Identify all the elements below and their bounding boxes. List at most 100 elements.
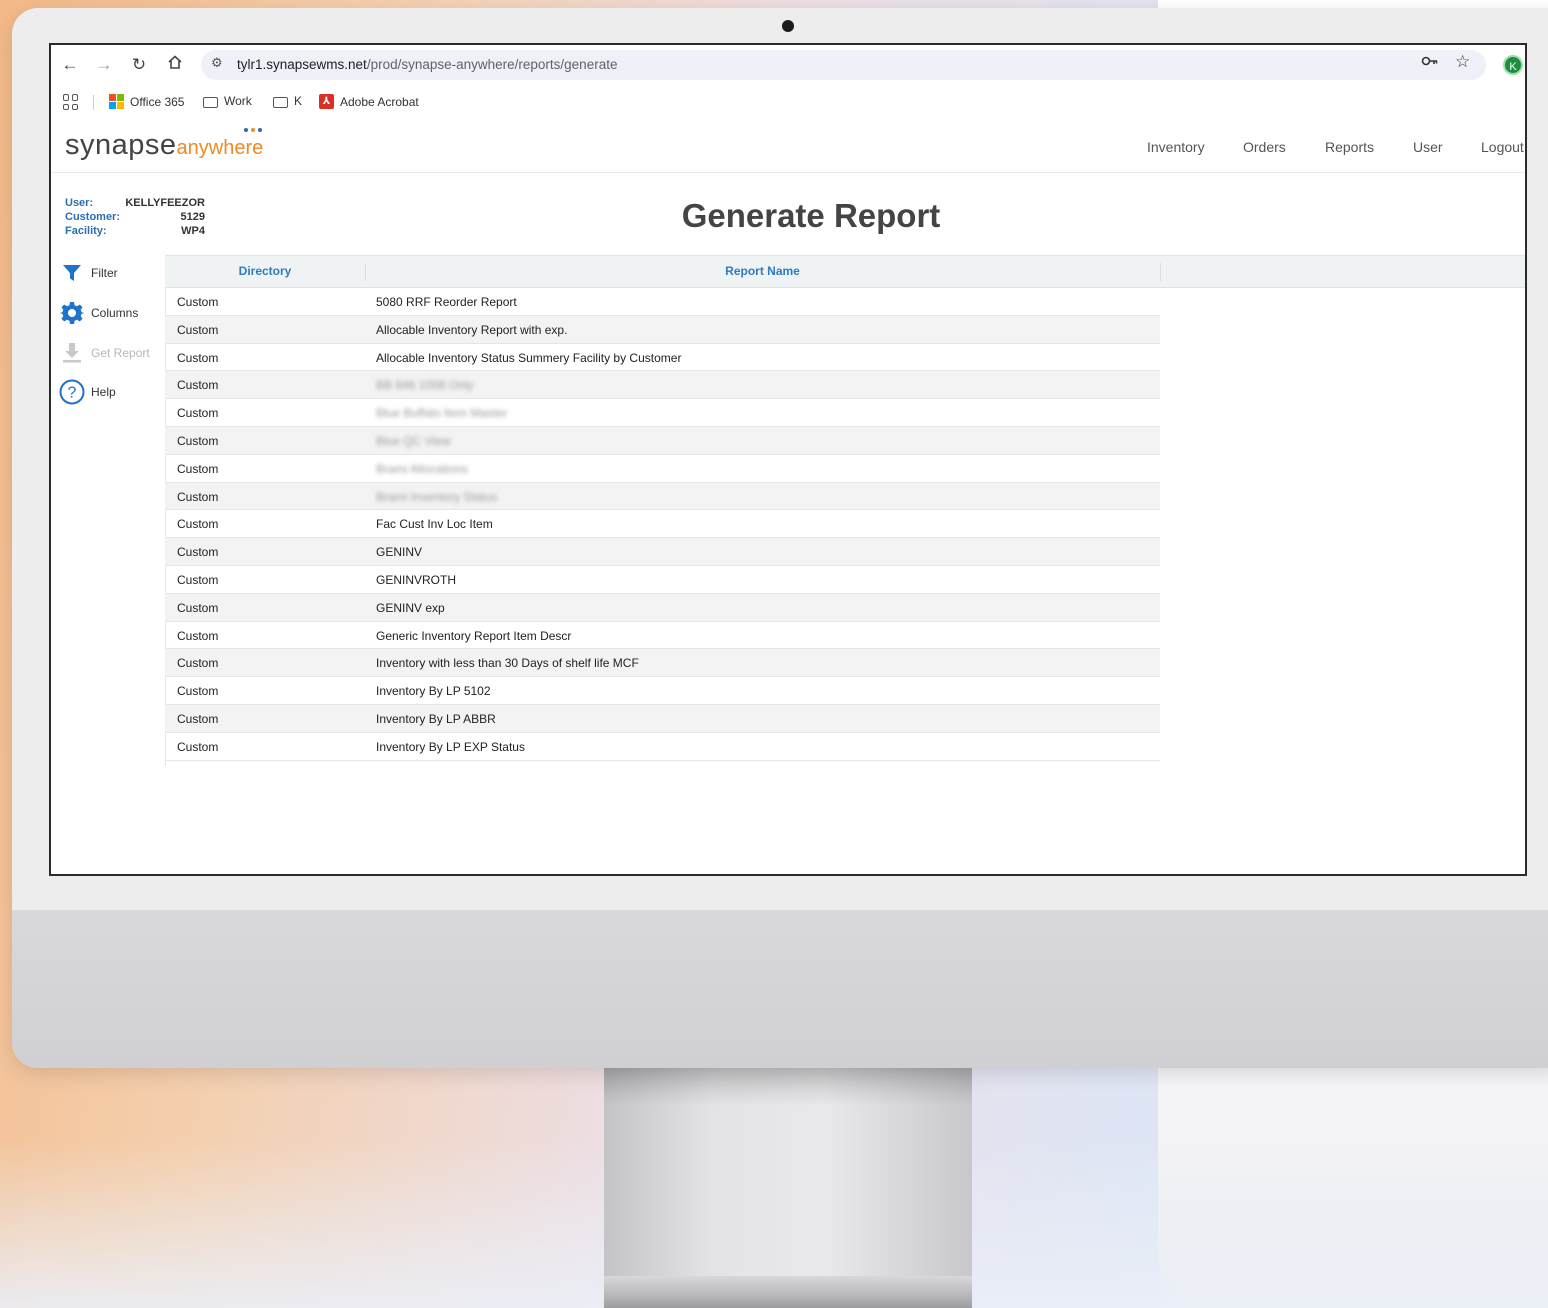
table-row[interactable]: Custom Inventory with less than 30 Days o… — [165, 649, 1160, 678]
site-settings-icon[interactable]: ⚙ — [211, 55, 223, 71]
cell-directory: Custom — [177, 461, 219, 476]
table-row[interactable]: Custom Inventory By LP ABBR — [165, 704, 1160, 733]
table-row[interactable]: Custom Brami Inventory Status — [165, 482, 1160, 511]
nav-user[interactable]: User — [1413, 139, 1443, 155]
bookmark-work[interactable]: Work — [203, 94, 252, 108]
monitor-chin — [12, 910, 1548, 1068]
filter-icon — [59, 260, 85, 286]
cell-report-name: Inventory By LP 5102 — [376, 684, 491, 699]
table-row[interactable]: Custom Inventory By LP EXP Status — [165, 733, 1160, 761]
cell-directory: Custom — [177, 517, 219, 532]
help-icon: ? — [59, 379, 85, 405]
profile-avatar[interactable]: K — [1503, 55, 1523, 75]
nav-orders[interactable]: Orders — [1243, 139, 1286, 155]
table-row[interactable]: Custom Brami Allocations — [165, 455, 1160, 483]
table-row[interactable]: Custom 5080 RRF Reorder Report — [165, 288, 1160, 316]
url-text: tylr1.synapsewms.net/prod/synapse-anywhe… — [237, 57, 617, 72]
get-report-button[interactable]: Get Report — [59, 340, 150, 366]
password-key-icon[interactable] — [1421, 54, 1439, 72]
bookmark-office-365[interactable]: Office 365 — [109, 94, 184, 109]
cell-report-name: Brami Inventory Status — [376, 489, 498, 504]
table-row[interactable]: Custom BB 846 1008 Only — [165, 371, 1160, 400]
gear-icon — [59, 300, 85, 326]
app-header: synapseanywhere Inventory Orders Reports… — [51, 121, 1525, 173]
camera — [782, 20, 794, 32]
report-table: Directory Report Name Custom 5080 RRF Reo… — [165, 255, 1525, 766]
cell-report-name: Brami Allocations — [376, 461, 469, 476]
customer-row: Customer: 5129 — [65, 211, 205, 225]
cell-directory: Custom — [177, 433, 219, 448]
folder-icon — [273, 96, 288, 108]
forward-icon[interactable]: → — [93, 54, 115, 76]
bookmark-adobe-acrobat[interactable]: ⅄ Adobe Acrobat — [319, 94, 419, 109]
cell-report-name: GENINV exp — [376, 600, 445, 615]
table-row[interactable]: Custom Fac Cust Inv Loc Item — [165, 510, 1160, 539]
facility-row: Facility: WP4 — [65, 225, 205, 239]
svg-text:?: ? — [68, 385, 77, 402]
cell-report-name: BB 846 1008 Only — [376, 378, 474, 393]
cell-report-name: 5080 RRF Reorder Report — [376, 295, 517, 309]
address-bar-row: ← → ↻ ⚙ tylr1.synapsewms.net/prod/synaps… — [51, 45, 1525, 85]
url-path: /prod/synapse-anywhere/reports/generate — [366, 57, 618, 72]
bookmark-label: Work — [224, 94, 252, 108]
cell-directory: Custom — [177, 489, 219, 504]
cell-report-name: Allocable Inventory Status Summery Facil… — [376, 350, 682, 365]
table-row[interactable]: Custom Blue Buffalo Item Master — [165, 399, 1160, 427]
monitor-stand — [604, 1066, 972, 1308]
cell-directory: Custom — [177, 600, 219, 615]
stand-foot — [604, 1276, 972, 1308]
tool-label: Help — [91, 385, 116, 399]
cell-directory: Custom — [177, 684, 219, 699]
home-icon[interactable] — [164, 54, 186, 76]
cell-report-name: Blue QC View — [376, 433, 451, 448]
column-header-directory[interactable]: Directory — [165, 256, 365, 287]
cell-report-name: Blue Buffalo Item Master — [376, 406, 508, 421]
table-body: Custom 5080 RRF Reorder Report Custom Alloc… — [165, 288, 1160, 761]
nav-reports[interactable]: Reports — [1325, 139, 1374, 155]
bookmarks-bar: Office 365 Work K ⅄ Adobe Acrobat — [51, 85, 1525, 119]
cell-directory: Custom — [177, 378, 219, 393]
cell-report-name: Allocable Inventory Report with exp. — [376, 322, 568, 337]
bookmark-star-icon[interactable]: ☆ — [1455, 52, 1470, 72]
bookmark-k[interactable]: K — [273, 94, 302, 108]
cell-directory: Custom — [177, 628, 219, 643]
facility-value: WP4 — [181, 225, 205, 237]
nav-logout[interactable]: Logout — [1481, 139, 1524, 155]
cell-directory: Custom — [177, 406, 219, 421]
table-row[interactable]: Custom GENINVROTH — [165, 566, 1160, 594]
cell-directory: Custom — [177, 711, 219, 726]
url-host: tylr1.synapsewms.net — [237, 57, 367, 72]
url-bar[interactable]: ⚙ tylr1.synapsewms.net/prod/synapse-anyw… — [201, 50, 1486, 80]
table-row[interactable]: Custom GENINV — [165, 538, 1160, 566]
columns-button[interactable]: Columns — [59, 300, 138, 326]
cell-directory: Custom — [177, 656, 219, 671]
tool-label: Columns — [91, 306, 139, 320]
reload-icon[interactable]: ↻ — [128, 54, 150, 76]
bookmark-label: Adobe Acrobat — [340, 94, 419, 109]
cell-report-name: GENINVROTH — [376, 572, 457, 587]
cell-directory: Custom — [177, 545, 219, 560]
table-row[interactable]: Custom Allocable Inventory Report with ex… — [165, 315, 1160, 344]
cell-directory: Custom — [177, 322, 219, 337]
cell-directory: Custom — [177, 295, 219, 309]
table-row[interactable]: Custom Allocable Inventory Status Summery… — [165, 344, 1160, 372]
filter-button[interactable]: Filter — [59, 260, 118, 286]
column-header-report-name[interactable]: Report Name — [365, 256, 1160, 287]
logo-sub: anywhere — [176, 137, 264, 159]
cell-report-name: GENINV — [376, 545, 423, 560]
nav-inventory[interactable]: Inventory — [1147, 139, 1205, 155]
table-row[interactable]: Custom Blue QC View — [165, 426, 1160, 455]
synapse-logo[interactable]: synapseanywhere — [65, 129, 263, 162]
user-info-block: User: KELLYFEEZOR Customer: 5129 Facilit… — [65, 197, 205, 239]
table-row[interactable]: Custom Generic Inventory Report Item Desc… — [165, 622, 1160, 650]
folder-icon — [203, 96, 218, 108]
column-separator[interactable] — [1160, 263, 1161, 281]
help-button[interactable]: ? Help — [59, 379, 116, 405]
back-icon[interactable]: ← — [59, 54, 81, 76]
apps-grid-icon[interactable] — [63, 94, 79, 110]
table-row[interactable]: Custom Inventory By LP 5102 — [165, 677, 1160, 705]
table-row[interactable]: Custom GENINV exp — [165, 593, 1160, 622]
cell-report-name: Generic Inventory Report Item Descr — [376, 628, 572, 643]
bookmark-label: Office 365 — [130, 94, 185, 109]
tool-label: Filter — [91, 266, 118, 280]
